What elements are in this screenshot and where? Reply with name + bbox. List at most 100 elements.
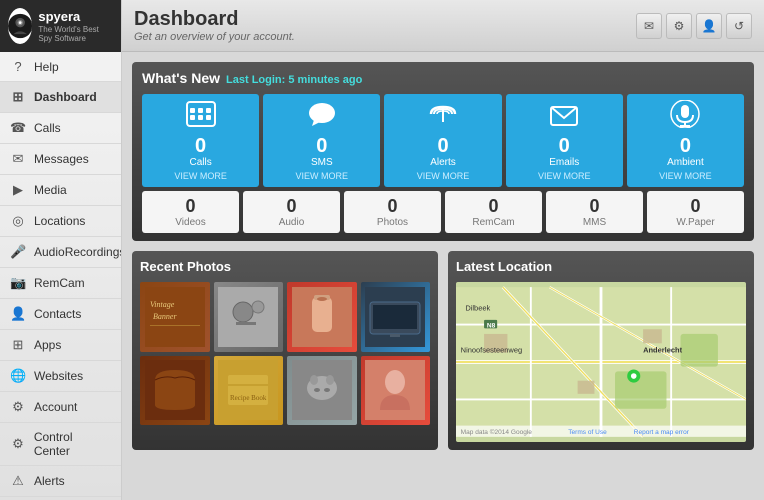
sms-stat-icon bbox=[306, 100, 338, 134]
last-login-value: 5 minutes ago bbox=[288, 74, 362, 86]
logo-title: spyera bbox=[38, 9, 113, 25]
remcam-count: 0 bbox=[488, 196, 498, 217]
ambient-view-more[interactable]: VIEW MORE bbox=[659, 171, 712, 181]
settings-topbar-button[interactable]: ⚙ bbox=[666, 13, 692, 39]
calls-label: Calls bbox=[189, 157, 211, 168]
calls-icon: ☎ bbox=[10, 120, 26, 136]
recent-photos-title: Recent Photos bbox=[140, 259, 430, 274]
audio-count: 0 bbox=[286, 196, 296, 217]
bottom-panels: Recent Photos Vintage Banner bbox=[132, 251, 754, 450]
svg-text:Dilbeek: Dilbeek bbox=[465, 304, 490, 313]
recent-photos-panel: Recent Photos Vintage Banner bbox=[132, 251, 438, 450]
photo-thumb-4[interactable] bbox=[361, 282, 431, 352]
page-subtitle: Get an overview of your account. bbox=[134, 31, 295, 43]
svg-text:Ninoofsesteenweg: Ninoofsesteenweg bbox=[461, 346, 522, 355]
contacts-icon: 👤 bbox=[10, 306, 26, 322]
photo-grid: Vintage Banner bbox=[140, 282, 430, 425]
photo-thumb-6[interactable]: Recipe Book bbox=[214, 356, 284, 426]
email-topbar-button[interactable]: ✉ bbox=[636, 13, 662, 39]
photo-thumb-5[interactable] bbox=[140, 356, 210, 426]
sidebar-label-alerts: Alerts bbox=[34, 474, 65, 488]
svg-text:N8: N8 bbox=[487, 322, 496, 329]
audio-icon: 🎤 bbox=[10, 244, 26, 260]
websites-icon: 🌐 bbox=[10, 368, 26, 384]
sidebar-label-apps: Apps bbox=[34, 338, 61, 352]
user-topbar-button[interactable]: 👤 bbox=[696, 13, 722, 39]
photo-thumb-8[interactable] bbox=[361, 356, 431, 426]
small-stats-row: 0 Videos 0 Audio 0 Photos 0 RemCam 0 M bbox=[142, 191, 744, 233]
mms-count: 0 bbox=[589, 196, 599, 217]
stat-photos: 0 Photos bbox=[344, 191, 441, 233]
refresh-topbar-button[interactable]: ↺ bbox=[726, 13, 752, 39]
sidebar-item-locations[interactable]: ◎ Locations bbox=[0, 206, 121, 237]
stat-wpaper: 0 W.Paper bbox=[647, 191, 744, 233]
sidebar-item-account[interactable]: ⚙ Account bbox=[0, 392, 121, 423]
sidebar-item-dashboard[interactable]: ⊞ Dashboard bbox=[0, 82, 121, 113]
sidebar-item-contacts[interactable]: 👤 Contacts bbox=[0, 299, 121, 330]
main-stats-row: 0 Calls VIEW MORE 0 SMS VIEW MORE bbox=[142, 94, 744, 187]
media-icon: ▶ bbox=[10, 182, 26, 198]
sidebar-item-calls[interactable]: ☎ Calls bbox=[0, 113, 121, 144]
photo-thumb-2[interactable] bbox=[214, 282, 284, 352]
calls-view-more[interactable]: VIEW MORE bbox=[174, 171, 227, 181]
sidebar-item-control-center[interactable]: ⚙ Control Center bbox=[0, 423, 121, 466]
svg-text:Vintage: Vintage bbox=[150, 300, 175, 309]
page-title: Dashboard bbox=[134, 8, 295, 31]
ambient-stat-icon bbox=[669, 100, 701, 134]
topbar: Dashboard Get an overview of your accoun… bbox=[122, 0, 764, 52]
last-login-label: Last Login: bbox=[226, 74, 285, 86]
sidebar-item-media[interactable]: ▶ Media bbox=[0, 175, 121, 206]
sidebar-label-contacts: Contacts bbox=[34, 307, 81, 321]
alerts-view-more[interactable]: VIEW MORE bbox=[417, 171, 470, 181]
stat-alerts: 0 Alerts VIEW MORE bbox=[384, 94, 501, 187]
content-area: What's New Last Login: 5 minutes ago bbox=[122, 52, 764, 500]
whats-new-panel: What's New Last Login: 5 minutes ago bbox=[132, 62, 754, 241]
sidebar-label-remcam: RemCam bbox=[34, 276, 85, 290]
logo-text-area: spyera The World's Best Spy Software bbox=[38, 9, 113, 43]
photo-thumb-3[interactable] bbox=[287, 282, 357, 352]
stat-audio: 0 Audio bbox=[243, 191, 340, 233]
sidebar-item-apps[interactable]: ⊞ Apps bbox=[0, 330, 121, 361]
stat-calls: 0 Calls VIEW MORE bbox=[142, 94, 259, 187]
alerts-label: Alerts bbox=[430, 157, 456, 168]
ambient-label: Ambient bbox=[667, 157, 704, 168]
sidebar-label-audio: AudioRecordings bbox=[34, 245, 122, 259]
sms-view-more[interactable]: VIEW MORE bbox=[296, 171, 349, 181]
svg-text:Map data ©2014 Google: Map data ©2014 Google bbox=[461, 428, 533, 436]
apps-icon: ⊞ bbox=[10, 337, 26, 353]
whats-new-title: What's New bbox=[142, 70, 220, 86]
mms-label: MMS bbox=[583, 217, 606, 228]
ambient-count: 0 bbox=[680, 136, 691, 156]
dashboard-icon: ⊞ bbox=[10, 89, 26, 105]
photo-thumb-1[interactable]: Vintage Banner bbox=[140, 282, 210, 352]
page-title-area: Dashboard Get an overview of your accoun… bbox=[134, 8, 295, 43]
alerts-stat-icon bbox=[427, 100, 459, 134]
videos-count: 0 bbox=[185, 196, 195, 217]
sidebar-item-alerts[interactable]: ⚠ Alerts bbox=[0, 466, 121, 497]
videos-label: Videos bbox=[175, 217, 205, 228]
sidebar-item-audiorecordings[interactable]: 🎤 AudioRecordings bbox=[0, 237, 121, 268]
wpaper-label: W.Paper bbox=[676, 217, 714, 228]
account-icon: ⚙ bbox=[10, 399, 26, 415]
sidebar-item-remcam[interactable]: 📷 RemCam bbox=[0, 268, 121, 299]
photo-thumb-7[interactable] bbox=[287, 356, 357, 426]
sidebar-label-websites: Websites bbox=[34, 369, 83, 383]
sidebar-label-help: Help bbox=[34, 60, 59, 74]
sidebar-item-messages[interactable]: ✉ Messages bbox=[0, 144, 121, 175]
remcam-icon: 📷 bbox=[10, 275, 26, 291]
emails-label: Emails bbox=[549, 157, 579, 168]
logo-area: spyera The World's Best Spy Software bbox=[0, 0, 121, 52]
sidebar-item-help[interactable]: ? Help bbox=[0, 52, 121, 82]
topbar-icons: ✉ ⚙ 👤 ↺ bbox=[636, 13, 752, 39]
emails-view-more[interactable]: VIEW MORE bbox=[538, 171, 591, 181]
wpaper-count: 0 bbox=[690, 196, 700, 217]
latest-location-title: Latest Location bbox=[456, 259, 746, 274]
map-container[interactable]: Dilbeek Anderlecht Ninoofsesteenweg N8 M… bbox=[456, 282, 746, 442]
svg-text:Report a map error: Report a map error bbox=[634, 429, 690, 436]
stat-mms: 0 MMS bbox=[546, 191, 643, 233]
photos-count: 0 bbox=[387, 196, 397, 217]
alerts-icon: ⚠ bbox=[10, 473, 26, 489]
sidebar-label-control: Control Center bbox=[34, 430, 111, 458]
audio-label: Audio bbox=[279, 217, 305, 228]
sidebar-item-websites[interactable]: 🌐 Websites bbox=[0, 361, 121, 392]
